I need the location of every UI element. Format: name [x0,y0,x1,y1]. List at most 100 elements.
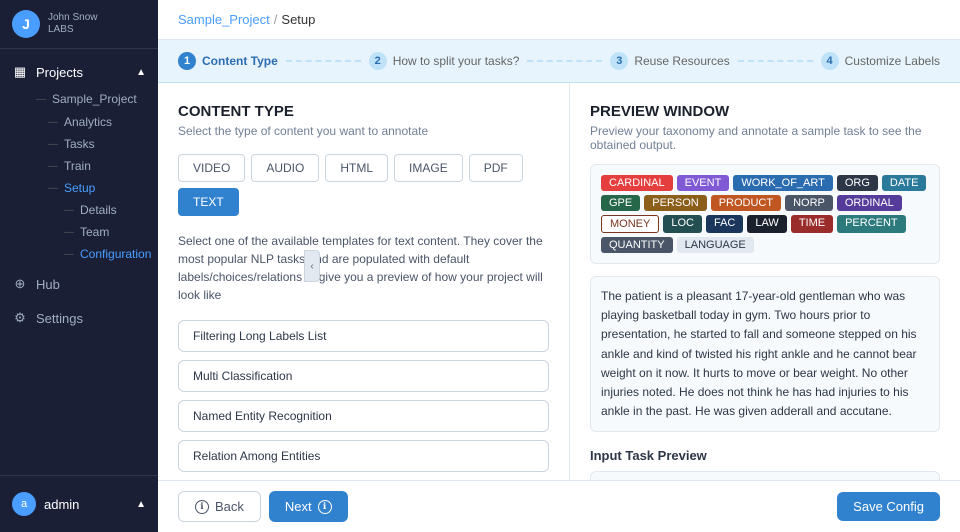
tag-person[interactable]: PERSON [644,195,706,211]
details-label: Details [80,203,117,217]
avatar: a [12,492,36,516]
step-2-num: 2 [369,52,387,70]
main-content: Sample_Project / Setup 1 Content Type 2 … [158,0,960,532]
logo-icon: J [12,10,40,38]
footer: ℹ Back Next ℹ Save Config [158,480,960,532]
sidebar-item-hub[interactable]: ⊕ Hub [0,269,158,299]
settings-icon: ⚙ [12,310,28,326]
preview-text: The patient is a pleasant 17-year-old ge… [590,276,940,432]
hub-icon: ⊕ [12,276,28,292]
step-dots-2 [527,60,602,62]
left-panel-title: CONTENT TYPE [178,103,549,120]
next-icon: ℹ [318,500,332,514]
step-1-label: Content Type [202,54,278,68]
tag-time[interactable]: TIME [791,215,833,233]
tab-html[interactable]: HTML [325,154,388,182]
next-button[interactable]: Next ℹ [269,491,348,522]
sidebar-nav: ▦ Projects ▲ Sample_Project Analytics Ta… [0,49,158,475]
user-section[interactable]: a admin ▲ [0,484,158,524]
projects-label: Projects [36,65,128,80]
logo-text: John Snow LABS [48,12,97,36]
tag-percent[interactable]: PERCENT [837,215,906,233]
step-3-num: 3 [610,52,628,70]
content-area: CONTENT TYPE Select the type of content … [158,83,960,480]
setup-label: Setup [64,181,95,195]
tag-ordinal[interactable]: ORDINAL [837,195,902,211]
sidebar-item-setup[interactable]: Setup [28,177,158,199]
tab-video[interactable]: VIDEO [178,154,245,182]
step-3-label: Reuse Resources [634,54,729,68]
tag-language[interactable]: LANGUAGE [677,237,754,253]
step-4[interactable]: 4 Customize Labels [821,52,940,70]
user-chevron: ▲ [136,499,146,510]
sidebar-item-analytics[interactable]: Analytics [28,111,158,133]
step-1[interactable]: 1 Content Type [178,52,278,70]
collapse-button[interactable]: ‹ [304,250,320,282]
projects-icon: ▦ [12,64,28,80]
step-dots-1 [286,60,361,62]
step-4-label: Customize Labels [845,54,940,68]
tag-law[interactable]: LAW [747,215,786,233]
tab-audio[interactable]: AUDIO [251,154,319,182]
left-panel: CONTENT TYPE Select the type of content … [158,83,570,480]
step-1-num: 1 [178,52,196,70]
tab-pdf[interactable]: PDF [469,154,523,182]
tag-norp[interactable]: NORP [785,195,833,211]
breadcrumb-project[interactable]: Sample_Project [178,12,270,27]
right-panel: PREVIEW WINDOW Preview your taxonomy and… [570,83,960,480]
save-config-button[interactable]: Save Config [837,492,940,521]
tag-fac[interactable]: FAC [706,215,743,233]
template-relation-among-entities[interactable]: Relation Among Entities [178,440,549,472]
tag-org[interactable]: ORG [837,175,878,191]
sidebar-item-configuration[interactable]: Configuration [48,243,158,265]
template-filtering-long-labels[interactable]: Filtering Long Labels List [178,320,549,352]
input-task-preview-title: Input Task Preview [590,448,940,463]
tab-text[interactable]: TEXT [178,188,239,216]
tag-quantity[interactable]: QUANTITY [601,237,673,253]
step-4-num: 4 [821,52,839,70]
template-named-entity-recognition[interactable]: Named Entity Recognition [178,400,549,432]
logo-sub: LABS [48,24,97,36]
tag-cardinal[interactable]: CARDINAL [601,175,673,191]
sample-project-label: Sample_Project [52,92,137,106]
tag-loc[interactable]: LOC [663,215,702,233]
sidebar-item-tasks[interactable]: Tasks [28,133,158,155]
projects-chevron: ▲ [136,67,146,78]
step-3[interactable]: 3 Reuse Resources [610,52,729,70]
tasks-label: Tasks [64,137,95,151]
sidebar-item-settings[interactable]: ⚙ Settings [0,303,158,333]
sidebar-item-train[interactable]: Train [28,155,158,177]
sidebar-item-projects[interactable]: ▦ Projects ▲ [0,57,158,87]
step-2-label: How to split your tasks? [393,54,520,68]
tab-image[interactable]: IMAGE [394,154,463,182]
content-type-tabs: VIDEO AUDIO HTML IMAGE PDF TEXT [178,154,549,216]
train-label: Train [64,159,91,173]
footer-left: ℹ Back Next ℹ [178,491,348,522]
save-label: Save Config [853,499,924,514]
configuration-label: Configuration [80,247,151,261]
logo-name: John Snow [48,12,97,24]
sidebar-item-team[interactable]: Team [48,221,158,243]
input-json: { "text": "The patient is a pleasant 17-… [590,471,940,480]
hub-label: Hub [36,277,146,292]
tag-money[interactable]: MONEY [601,215,659,233]
tag-date[interactable]: DATE [882,175,927,191]
sidebar-item-sample-project[interactable]: Sample_Project [16,87,158,111]
settings-label: Settings [36,311,146,326]
back-button[interactable]: ℹ Back [178,491,261,522]
tag-gpe[interactable]: GPE [601,195,640,211]
step-dots-3 [738,60,813,62]
label-tags-container: CARDINAL EVENT WORK_OF_ART ORG DATE GPE … [590,164,940,264]
template-list: Filtering Long Labels List Multi Classif… [178,320,549,480]
step-2[interactable]: 2 How to split your tasks? [369,52,520,70]
steps-bar: 1 Content Type 2 How to split your tasks… [158,40,960,83]
back-icon: ℹ [195,500,209,514]
sidebar-item-details[interactable]: Details [48,199,158,221]
breadcrumb: Sample_Project / Setup [158,0,960,40]
tag-product[interactable]: PRODUCT [711,195,781,211]
template-multi-classification[interactable]: Multi Classification [178,360,549,392]
sidebar: J John Snow LABS ▦ Projects ▲ Sample_Pro… [0,0,158,532]
tag-event[interactable]: EVENT [677,175,730,191]
tag-work-of-art[interactable]: WORK_OF_ART [733,175,833,191]
team-label: Team [80,225,109,239]
